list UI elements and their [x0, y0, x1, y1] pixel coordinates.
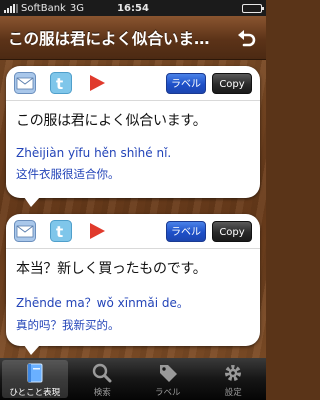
tab-label: 設定	[224, 388, 242, 398]
book-icon	[27, 363, 43, 383]
return-arrow-icon	[238, 30, 256, 47]
tab-label: ラベル	[154, 388, 181, 398]
phrase-list: t ラベル Copy この服は君によく似合います。 Zhèijiàn yīfu …	[0, 60, 266, 358]
search-icon	[93, 363, 112, 383]
pinyin-text: Zhèijiàn yīfu hěn shìhé nǐ.	[16, 146, 172, 160]
tag-icon	[159, 365, 177, 382]
twitter-icon[interactable]: t	[50, 220, 72, 242]
navigation-bar: この服は君によく似合いま…	[0, 16, 266, 60]
label-button[interactable]: ラベル	[166, 221, 206, 242]
svg-text:t: t	[56, 75, 63, 93]
divider	[6, 248, 260, 249]
tab-label: ひとこと表現	[9, 388, 61, 398]
gear-icon	[225, 365, 242, 381]
chinese-translation: 真的吗？我新买的。	[16, 318, 120, 332]
speech-bubble-tail	[24, 197, 40, 207]
tab-bar: ひとこと表現 検索 ラベル 設定	[0, 358, 266, 400]
twitter-icon[interactable]: t	[50, 72, 72, 94]
tab-label: 検索	[93, 388, 111, 398]
pinyin-text: Zhēnde ma？wǒ xīnmǎi de。	[16, 296, 189, 310]
phrase-card: t ラベル Copy この服は君によく似合います。 Zhèijiàn yīfu …	[6, 66, 260, 207]
japanese-phrase: 本当？新しく買ったものです。	[16, 261, 207, 277]
phrase-card: t ラベル Copy 本当？新しく買ったものです。 Zhēnde ma？wǒ x…	[6, 214, 260, 355]
status-bar: SoftBank 3G 16:54	[0, 0, 266, 16]
chinese-translation: 这件衣服很适合你。	[16, 167, 120, 181]
play-audio-icon[interactable]	[86, 220, 108, 242]
mail-icon[interactable]	[14, 220, 36, 242]
card-toolbar: t ラベル Copy	[14, 218, 252, 246]
svg-text:t: t	[56, 223, 63, 241]
tab-settings[interactable]: 設定	[201, 358, 267, 400]
card-toolbar: t ラベル Copy	[14, 70, 252, 98]
back-button[interactable]	[234, 25, 260, 51]
divider	[6, 100, 260, 101]
page-title: この服は君によく似合いま…	[8, 29, 210, 48]
copy-button[interactable]: Copy	[212, 73, 252, 94]
speech-bubble-tail	[24, 345, 40, 355]
tab-labels[interactable]: ラベル	[135, 358, 201, 400]
label-button[interactable]: ラベル	[166, 73, 206, 94]
battery-icon	[242, 4, 264, 13]
japanese-phrase: この服は君によく似合います。	[16, 113, 207, 129]
tab-search[interactable]: 検索	[70, 358, 136, 400]
play-audio-icon[interactable]	[86, 72, 108, 94]
status-time: 16:54	[117, 2, 149, 14]
tab-phrases[interactable]: ひとこと表現	[2, 360, 68, 398]
copy-button[interactable]: Copy	[212, 221, 252, 242]
mail-icon[interactable]	[14, 72, 36, 94]
